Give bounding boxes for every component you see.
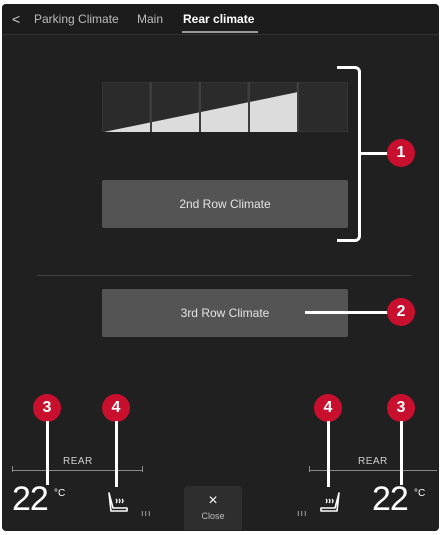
left-rear-underline (12, 470, 142, 471)
right-temperature-unit: °C (414, 488, 426, 499)
seat-heater-right-icon[interactable] (318, 490, 342, 514)
callout-4-left-leader (115, 421, 118, 487)
tab-main[interactable]: Main (137, 12, 163, 26)
callout-3-right-badge: 3 (387, 394, 415, 422)
second-row-climate-button[interactable]: 2nd Row Climate (102, 180, 348, 228)
right-rear-label: REAR (358, 456, 388, 467)
left-temperature[interactable]: 22 (12, 480, 49, 519)
active-tab-indicator (182, 31, 258, 33)
callout-4-left-badge: 4 (102, 394, 130, 422)
left-rear-tick (12, 466, 13, 472)
close-label: Close (201, 511, 225, 521)
seat-heater-left-icon[interactable] (106, 490, 130, 514)
callout-3-left-badge: 3 (33, 394, 61, 422)
top-navigation-bar: < Parking Climate Main Rear climate (2, 4, 439, 35)
tab-rear-climate[interactable]: Rear climate (183, 12, 254, 26)
callout-1-bracket (337, 66, 361, 242)
left-temperature-unit: °C (54, 488, 66, 499)
right-temperature[interactable]: 22 (372, 480, 409, 519)
tab-parking-climate[interactable]: Parking Climate (34, 12, 119, 26)
right-rear-tick (309, 466, 310, 472)
climate-screen: < Parking Climate Main Rear climate 2nd … (2, 4, 439, 531)
right-heat-level-bars: ııı (297, 508, 308, 518)
close-icon: × (208, 492, 218, 509)
callout-4-right-leader (327, 421, 330, 487)
callout-3-right-leader (400, 421, 403, 485)
close-button[interactable]: × Close (184, 486, 242, 530)
callout-4-right-badge: 4 (314, 394, 342, 422)
fan-speed-control[interactable] (102, 82, 348, 132)
back-chevron-icon[interactable]: < (12, 11, 20, 27)
left-heat-level-bars: ııı (141, 508, 152, 518)
callout-1-leader (361, 152, 389, 155)
callout-3-left-leader (46, 421, 49, 485)
left-rear-label: REAR (63, 456, 93, 467)
callout-2-badge: 2 (387, 298, 415, 326)
section-divider (37, 275, 412, 276)
callout-2-leader (305, 311, 389, 314)
left-rear-tick (142, 466, 143, 472)
callout-1-badge: 1 (387, 139, 415, 167)
